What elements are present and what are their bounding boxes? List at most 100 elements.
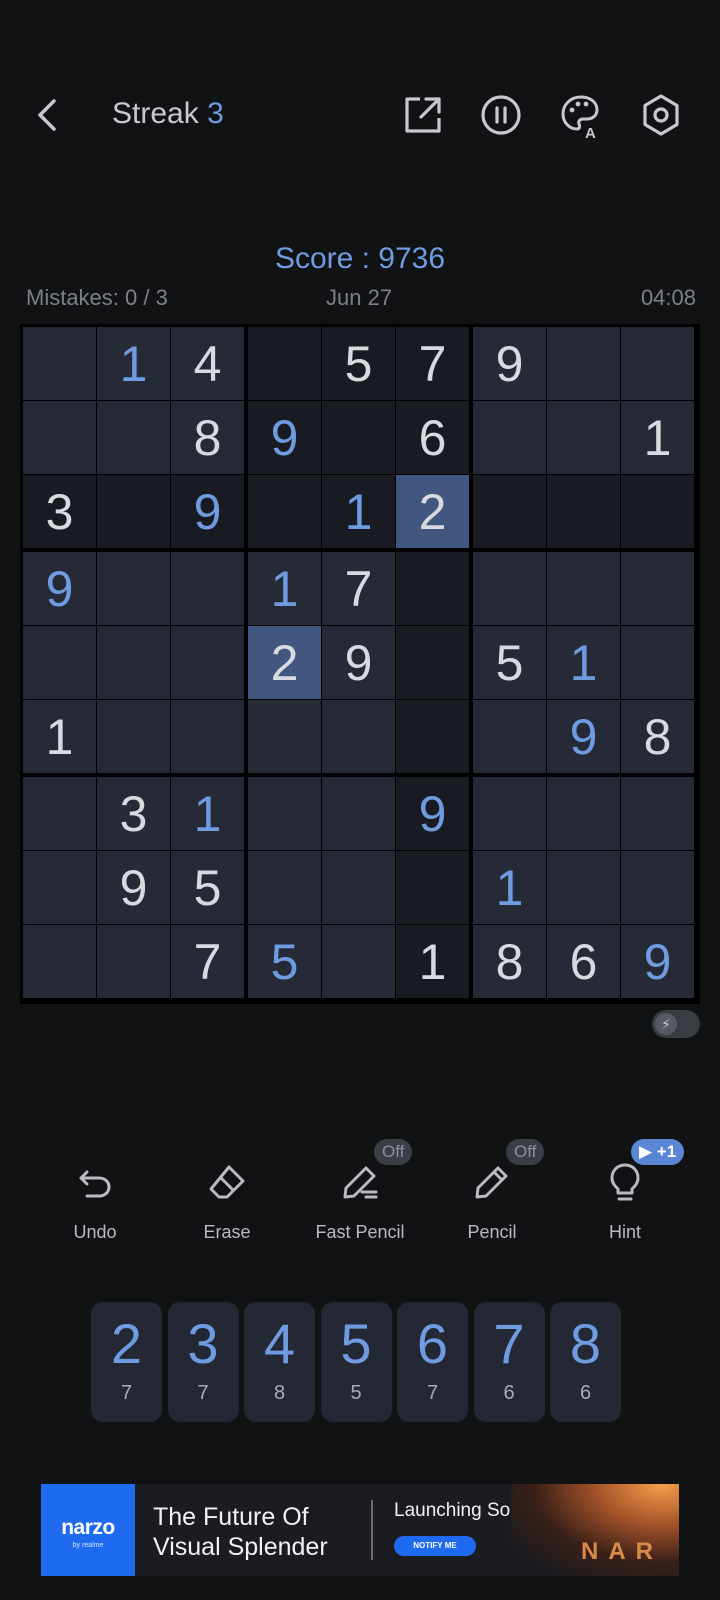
hint-button[interactable]: Hint ▶ +1 [555,1139,695,1250]
board-cell[interactable]: 9 [23,552,96,625]
board-cell[interactable]: 9 [97,851,170,924]
board-cell[interactable]: 9 [248,401,321,474]
board-cell[interactable]: 2 [248,626,321,699]
board-cell[interactable]: 7 [322,552,395,625]
board-cell[interactable]: 6 [547,925,620,998]
board-cell[interactable]: 7 [396,327,469,400]
board-cell[interactable] [396,851,469,924]
board-cell[interactable]: 1 [97,327,170,400]
board-cell[interactable] [473,401,546,474]
board-cell[interactable]: 1 [621,401,694,474]
pencil-button[interactable]: Pencil Off [422,1139,562,1250]
board-cell[interactable] [547,777,620,850]
board-cell[interactable] [396,700,469,773]
board-cell[interactable]: 6 [396,401,469,474]
board-cell[interactable] [97,401,170,474]
board-cell[interactable]: 9 [322,626,395,699]
board-cell[interactable] [97,475,170,548]
board-cell[interactable] [248,700,321,773]
board-cell[interactable] [322,700,395,773]
board-cell[interactable] [396,552,469,625]
board-cell[interactable] [97,552,170,625]
board-cell[interactable]: 1 [23,700,96,773]
board-cell[interactable]: 3 [23,475,96,548]
board-cell[interactable] [97,700,170,773]
board-cell[interactable]: 1 [248,552,321,625]
board-cell[interactable] [473,777,546,850]
board-cell[interactable] [23,777,96,850]
board-cell[interactable] [621,327,694,400]
board-cell[interactable]: 9 [547,700,620,773]
share-button[interactable] [398,90,448,140]
board-cell[interactable]: 1 [171,777,244,850]
number-key[interactable]: 48 [244,1302,315,1422]
theme-button[interactable]: A [556,90,606,142]
board-cell[interactable]: 4 [171,327,244,400]
board-cell[interactable] [23,925,96,998]
board-cell[interactable] [248,475,321,548]
board-cell[interactable] [547,401,620,474]
board-cell[interactable] [248,851,321,924]
board-cell[interactable] [23,851,96,924]
fast-pencil-button[interactable]: Fast Pencil Off [290,1139,430,1250]
number-key[interactable]: 86 [550,1302,621,1422]
board-cell[interactable]: 8 [473,925,546,998]
number-key[interactable]: 27 [91,1302,162,1422]
board-cell[interactable] [171,552,244,625]
undo-button[interactable]: Undo [25,1150,165,1250]
board-cell[interactable] [547,851,620,924]
board-cell[interactable] [547,327,620,400]
auto-complete-toggle[interactable]: ⚡ [652,1010,700,1038]
board-cell[interactable]: 9 [171,475,244,548]
board-cell[interactable]: 1 [322,475,395,548]
erase-button[interactable]: Erase [157,1150,297,1250]
number-key[interactable]: 67 [397,1302,468,1422]
board-cell[interactable]: 1 [473,851,546,924]
board-cell[interactable] [621,626,694,699]
number-key[interactable]: 76 [473,1302,545,1422]
board-cell[interactable] [23,327,96,400]
board-cell[interactable] [171,700,244,773]
board-cell[interactable] [322,851,395,924]
board-cell[interactable] [547,475,620,548]
board-cell[interactable] [473,475,546,548]
number-key[interactable]: 55 [320,1302,392,1422]
board-cell[interactable] [621,475,694,548]
board-cell[interactable]: 2 [396,475,469,548]
board-cell[interactable]: 9 [621,925,694,998]
board-cell[interactable]: 9 [396,777,469,850]
board-cell[interactable] [547,552,620,625]
back-button[interactable] [30,93,70,137]
settings-button[interactable] [636,90,686,140]
board-cell[interactable] [248,777,321,850]
board-cell[interactable] [23,401,96,474]
board-cell[interactable]: 8 [621,700,694,773]
board-cell[interactable]: 7 [171,925,244,998]
ad-notify-button[interactable]: NOTIFY ME [394,1536,476,1556]
board-cell[interactable]: 9 [473,327,546,400]
number-key[interactable]: 37 [167,1302,239,1422]
board-cell[interactable]: 8 [171,401,244,474]
board-cell[interactable] [473,552,546,625]
board-cell[interactable] [322,925,395,998]
board-cell[interactable] [171,626,244,699]
board-cell[interactable] [248,327,321,400]
board-cell[interactable]: 5 [248,925,321,998]
board-cell[interactable] [322,777,395,850]
board-cell[interactable]: 1 [547,626,620,699]
board-cell[interactable]: 5 [473,626,546,699]
board-cell[interactable]: 3 [97,777,170,850]
board-cell[interactable] [23,626,96,699]
ad-banner[interactable]: narzo by realme The Future Of Visual Spl… [41,1484,679,1576]
board-cell[interactable] [621,851,694,924]
board-cell[interactable] [97,626,170,699]
board-cell[interactable]: 1 [396,925,469,998]
board-cell[interactable] [473,700,546,773]
board-cell[interactable] [621,552,694,625]
board-cell[interactable] [97,925,170,998]
board-cell[interactable]: 5 [322,327,395,400]
pause-button[interactable] [476,90,526,140]
board-cell[interactable]: 5 [171,851,244,924]
board-cell[interactable] [322,401,395,474]
board-cell[interactable] [621,777,694,850]
